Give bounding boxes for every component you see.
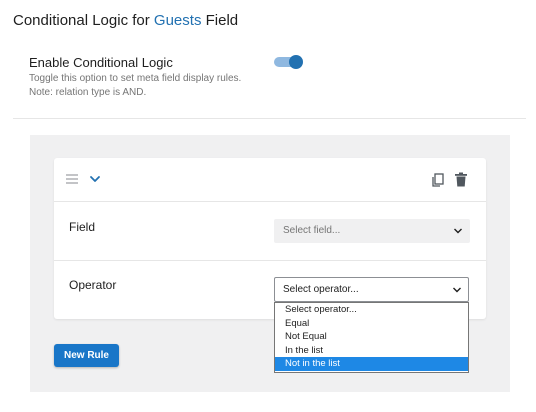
operator-option[interactable]: Select operator... bbox=[275, 303, 468, 317]
operator-option[interactable]: Not Equal bbox=[275, 330, 468, 344]
field-select-placeholder: Select field... bbox=[283, 225, 341, 236]
chevron-down-icon bbox=[454, 228, 462, 234]
operator-option-highlighted[interactable]: Not in the list bbox=[275, 357, 468, 371]
chevron-down-icon bbox=[453, 287, 461, 293]
operator-option[interactable]: Equal bbox=[275, 317, 468, 331]
chevron-down-icon[interactable] bbox=[89, 173, 101, 185]
operator-select-value: Select operator... bbox=[283, 284, 359, 295]
page-title: Conditional Logic for Guests Field bbox=[13, 12, 238, 29]
toggle-knob bbox=[289, 55, 303, 69]
title-field-name: Guests bbox=[153, 12, 202, 29]
enable-conditional-logic-label: Enable Conditional Logic bbox=[29, 55, 173, 70]
enable-help-text: Toggle this option to set meta field dis… bbox=[29, 72, 241, 100]
section-divider bbox=[13, 118, 526, 119]
title-prefix: Conditional Logic for bbox=[13, 12, 154, 29]
copy-icon[interactable] bbox=[431, 173, 445, 187]
enable-conditional-logic-toggle[interactable] bbox=[274, 54, 304, 70]
operator-option[interactable]: In the list bbox=[275, 344, 468, 358]
drag-handle-icon[interactable] bbox=[66, 174, 78, 184]
field-label: Field bbox=[69, 220, 96, 234]
field-select[interactable]: Select field... bbox=[274, 219, 470, 243]
operator-label: Operator bbox=[69, 278, 117, 292]
rule-card-header bbox=[54, 158, 486, 202]
help-line-2: Note: relation type is AND. bbox=[29, 87, 147, 98]
title-suffix: Field bbox=[201, 12, 239, 29]
new-rule-button[interactable]: New Rule bbox=[54, 344, 119, 367]
operator-select[interactable]: Select operator... bbox=[274, 277, 469, 302]
row-divider bbox=[54, 260, 486, 261]
help-line-1: Toggle this option to set meta field dis… bbox=[29, 73, 242, 84]
operator-dropdown-list: Select operator... Equal Not Equal In th… bbox=[274, 302, 469, 373]
trash-icon[interactable] bbox=[454, 172, 468, 187]
